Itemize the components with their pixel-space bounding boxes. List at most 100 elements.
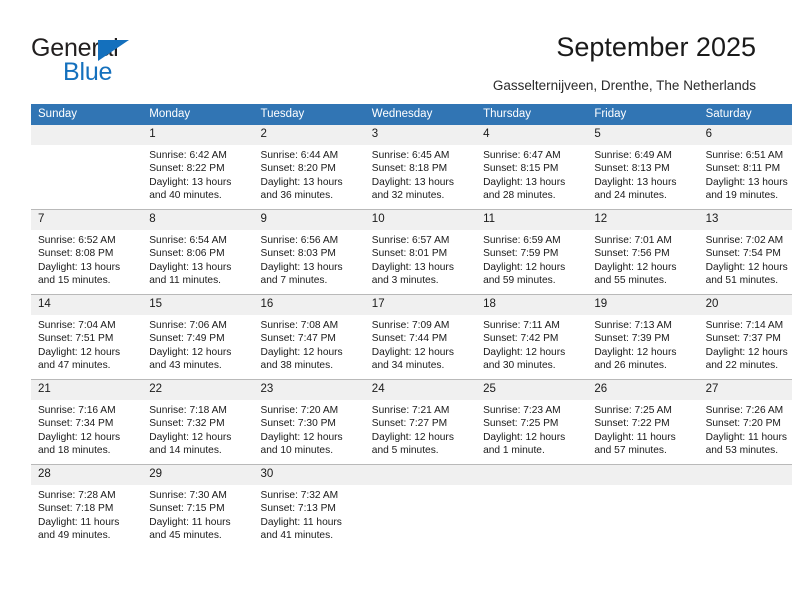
day-number: 18 xyxy=(476,295,588,315)
daylight-text-line2: and 14 minutes. xyxy=(149,444,222,456)
calendar-day-cell[interactable]: 19 Sunrise: 7:13 AM Sunset: 7:39 PM Dayligh… xyxy=(587,294,699,380)
day-details: Sunrise: 7:01 AM Sunset: 7:56 PM Daylight:… xyxy=(587,230,698,287)
sunset-text: Sunset: 7:42 PM xyxy=(483,333,559,345)
daylight-text-line2: and 30 minutes. xyxy=(483,359,556,371)
calendar-day-cell[interactable]: 6 Sunrise: 6:51 AM Sunset: 8:11 PM Daylight… xyxy=(698,125,792,210)
calendar-day-cell[interactable]: 10 Sunrise: 6:57 AM Sunset: 8:01 PM Dayligh… xyxy=(364,209,477,295)
calendar-day-cell[interactable]: 20 Sunrise: 7:14 AM Sunset: 7:37 PM Dayligh… xyxy=(698,294,792,380)
daylight-text-line2: and 10 minutes. xyxy=(260,444,334,456)
day-details: Sunrise: 7:23 AM Sunset: 7:25 PM Daylight:… xyxy=(476,400,587,457)
day-details: Sunrise: 7:30 AM Sunset: 7:15 PM Daylight:… xyxy=(142,485,253,542)
sunrise-text: Sunrise: 7:01 AM xyxy=(594,235,672,246)
weekday-header-saturday: Saturday xyxy=(698,104,792,125)
calendar-day-cell[interactable]: 23 Sunrise: 7:20 AM Sunset: 7:30 PM Dayligh… xyxy=(253,379,365,465)
daylight-text-line1: Daylight: 12 hours xyxy=(149,346,232,358)
daylight-text-line2: and 15 minutes. xyxy=(38,274,111,286)
day-number: 22 xyxy=(142,380,254,400)
calendar-day-cell[interactable]: 17 Sunrise: 7:09 AM Sunset: 7:44 PM Dayligh… xyxy=(364,294,477,380)
day-number: 27 xyxy=(698,380,792,400)
day-details: Sunrise: 7:32 AM Sunset: 7:13 PM Daylight:… xyxy=(254,485,365,542)
calendar-day-cell[interactable]: 16 Sunrise: 7:08 AM Sunset: 7:47 PM Dayligh… xyxy=(253,294,365,380)
daylight-text-line1: Daylight: 13 hours xyxy=(260,176,343,188)
daylight-text-line1: Daylight: 12 hours xyxy=(483,346,566,358)
calendar-day-cell[interactable]: 7 Sunrise: 6:52 AM Sunset: 8:08 PM Daylight… xyxy=(31,209,143,295)
daylight-text-line2: and 49 minutes. xyxy=(38,529,111,541)
daylight-text-line2: and 34 minutes. xyxy=(371,359,445,371)
day-number xyxy=(587,465,699,485)
calendar-day-cell[interactable]: 9 Sunrise: 6:56 AM Sunset: 8:03 PM Daylight… xyxy=(253,209,365,295)
sunrise-text: Sunrise: 7:02 AM xyxy=(705,235,784,246)
sunrise-text: Sunrise: 6:51 AM xyxy=(705,150,784,161)
daylight-text-line1: Daylight: 13 hours xyxy=(260,261,343,273)
daylight-text-line1: Daylight: 12 hours xyxy=(38,346,121,358)
daylight-text-line1: Daylight: 12 hours xyxy=(705,346,788,358)
day-number: 24 xyxy=(364,380,477,400)
calendar-day-cell[interactable]: 1 Sunrise: 6:42 AM Sunset: 8:22 PM Daylight… xyxy=(142,125,254,210)
day-number: 28 xyxy=(31,465,143,485)
weekday-header-monday: Monday xyxy=(142,104,254,125)
sunrise-text: Sunrise: 7:23 AM xyxy=(483,405,561,416)
daylight-text-line2: and 3 minutes. xyxy=(371,274,439,286)
sunrise-text: Sunrise: 6:56 AM xyxy=(260,235,339,246)
page-title: September 2025 xyxy=(556,32,756,62)
daylight-text-line2: and 11 minutes. xyxy=(149,274,222,286)
day-number: 7 xyxy=(31,210,143,230)
day-number: 1 xyxy=(142,125,254,145)
day-number: 12 xyxy=(587,210,699,230)
daylight-text-line2: and 59 minutes. xyxy=(483,274,556,286)
sunrise-text: Sunrise: 7:30 AM xyxy=(149,490,227,501)
day-number: 6 xyxy=(698,125,792,145)
calendar-day-cell[interactable]: 28 Sunrise: 7:28 AM Sunset: 7:18 PM Dayligh… xyxy=(31,464,143,549)
day-number xyxy=(31,125,143,145)
calendar-day-cell[interactable]: 30 Sunrise: 7:32 AM Sunset: 7:13 PM Dayligh… xyxy=(253,464,365,549)
sunrise-text: Sunrise: 6:49 AM xyxy=(594,150,672,161)
calendar-day-cell[interactable]: 29 Sunrise: 7:30 AM Sunset: 7:15 PM Dayligh… xyxy=(142,464,254,549)
calendar-day-cell[interactable]: 26 Sunrise: 7:25 AM Sunset: 7:22 PM Dayligh… xyxy=(587,379,699,465)
calendar-week-row: 7 Sunrise: 6:52 AM Sunset: 8:08 PM Daylight… xyxy=(31,209,792,295)
calendar-day-cell[interactable]: 11 Sunrise: 6:59 AM Sunset: 7:59 PM Dayligh… xyxy=(476,209,588,295)
day-number: 3 xyxy=(364,125,477,145)
calendar-day-cell[interactable]: 15 Sunrise: 7:06 AM Sunset: 7:49 PM Dayligh… xyxy=(142,294,254,380)
weekday-header-row: Sunday Monday Tuesday Wednesday Thursday… xyxy=(31,104,792,125)
day-details: Sunrise: 6:51 AM Sunset: 8:11 PM Daylight:… xyxy=(699,145,792,202)
day-details: Sunrise: 7:09 AM Sunset: 7:44 PM Daylight:… xyxy=(365,315,476,372)
day-details: Sunrise: 7:02 AM Sunset: 7:54 PM Daylight:… xyxy=(699,230,792,287)
calendar-day-cell[interactable]: 14 Sunrise: 7:04 AM Sunset: 7:51 PM Dayligh… xyxy=(31,294,143,380)
daylight-text-line1: Daylight: 13 hours xyxy=(371,261,454,273)
day-number: 17 xyxy=(364,295,477,315)
sunrise-text: Sunrise: 7:20 AM xyxy=(260,405,339,416)
sunset-text: Sunset: 7:51 PM xyxy=(38,333,114,345)
calendar-day-cell[interactable]: 18 Sunrise: 7:11 AM Sunset: 7:42 PM Dayligh… xyxy=(476,294,588,380)
calendar-day-cell[interactable]: 4 Sunrise: 6:47 AM Sunset: 8:15 PM Daylight… xyxy=(476,125,588,210)
calendar-day-cell[interactable]: 5 Sunrise: 6:49 AM Sunset: 8:13 PM Daylight… xyxy=(587,125,699,210)
calendar-day-cell[interactable]: 3 Sunrise: 6:45 AM Sunset: 8:18 PM Daylight… xyxy=(364,125,477,210)
daylight-text-line2: and 51 minutes. xyxy=(705,274,779,286)
calendar-day-cell[interactable]: 24 Sunrise: 7:21 AM Sunset: 7:27 PM Dayligh… xyxy=(364,379,477,465)
day-number xyxy=(698,465,792,485)
calendar-day-cell[interactable]: 27 Sunrise: 7:26 AM Sunset: 7:20 PM Dayligh… xyxy=(698,379,792,465)
day-details: Sunrise: 6:54 AM Sunset: 8:06 PM Daylight:… xyxy=(142,230,253,287)
calendar-day-cell[interactable]: 8 Sunrise: 6:54 AM Sunset: 8:06 PM Daylight… xyxy=(142,209,254,295)
daylight-text-line1: Daylight: 13 hours xyxy=(149,176,232,188)
day-details: Sunrise: 7:16 AM Sunset: 7:34 PM Daylight:… xyxy=(31,400,142,457)
daylight-text-line2: and 28 minutes. xyxy=(483,189,556,201)
sunset-text: Sunset: 7:34 PM xyxy=(38,418,114,430)
calendar-day-cell[interactable]: 13 Sunrise: 7:02 AM Sunset: 7:54 PM Dayligh… xyxy=(698,209,792,295)
day-details: Sunrise: 6:45 AM Sunset: 8:18 PM Daylight:… xyxy=(365,145,476,202)
day-number: 10 xyxy=(364,210,477,230)
day-number: 30 xyxy=(253,465,365,485)
day-number: 14 xyxy=(31,295,143,315)
page-subtitle: Gasselternijveen, Drenthe, The Netherlan… xyxy=(492,78,756,93)
weekday-header-friday: Friday xyxy=(587,104,699,125)
sunset-text: Sunset: 7:20 PM xyxy=(705,418,781,430)
sunrise-text: Sunrise: 7:13 AM xyxy=(594,320,672,331)
brand-logo[interactable]: General Blue xyxy=(31,34,211,86)
calendar-day-cell[interactable]: 2 Sunrise: 6:44 AM Sunset: 8:20 PM Daylight… xyxy=(253,125,365,210)
calendar-day-cell[interactable]: 22 Sunrise: 7:18 AM Sunset: 7:32 PM Dayligh… xyxy=(142,379,254,465)
calendar-day-cell[interactable]: 12 Sunrise: 7:01 AM Sunset: 7:56 PM Dayligh… xyxy=(587,209,699,295)
day-details: Sunrise: 7:14 AM Sunset: 7:37 PM Daylight:… xyxy=(699,315,792,372)
calendar-day-cell[interactable]: 25 Sunrise: 7:23 AM Sunset: 7:25 PM Dayligh… xyxy=(476,379,588,465)
sunset-text: Sunset: 7:15 PM xyxy=(149,503,225,515)
sunset-text: Sunset: 8:01 PM xyxy=(371,248,448,260)
calendar-day-cell[interactable]: 21 Sunrise: 7:16 AM Sunset: 7:34 PM Dayligh… xyxy=(31,379,143,465)
